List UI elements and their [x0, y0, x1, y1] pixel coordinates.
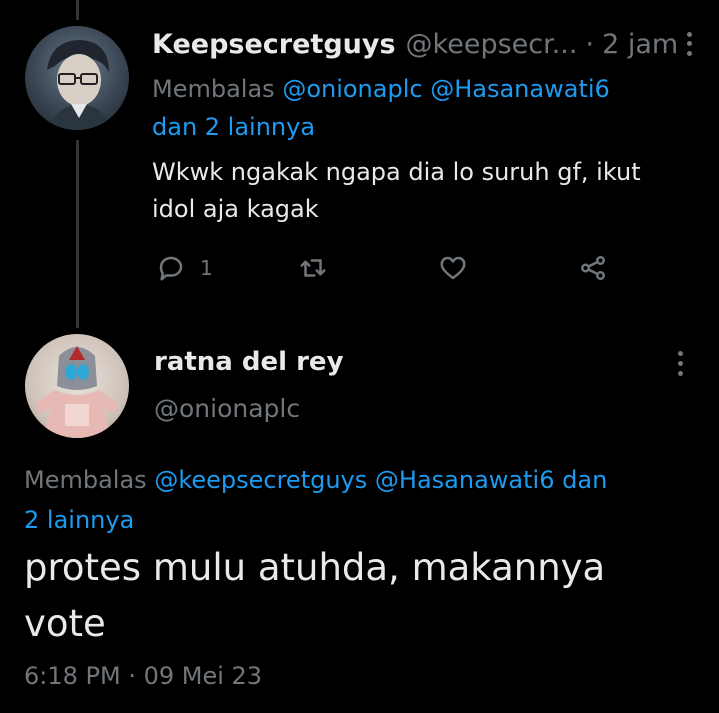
share-icon: [581, 256, 605, 280]
heart-icon: [440, 256, 466, 280]
reply-text-line: idol aja kagak: [152, 195, 319, 223]
avatar-keepsecretguys[interactable]: [25, 26, 129, 130]
reply-replying-to: Membalas @onionaplc @Hasanawati6 dan 2 l…: [152, 70, 692, 146]
reply-button[interactable]: 1: [156, 248, 213, 288]
comment-icon: [159, 256, 183, 281]
reply-display-name[interactable]: Keepsecretguys: [152, 29, 396, 60]
others-link[interactable]: 2 lainnya: [24, 506, 134, 534]
reply-separator: ·: [585, 28, 595, 60]
author-handle[interactable]: @onionaplc: [154, 394, 300, 423]
main-text-line: protes mulu atuhda, makannya: [24, 546, 606, 589]
reply-actions: 1: [152, 248, 622, 288]
like-button[interactable]: [438, 248, 468, 288]
main-replying-to: Membalas @keepsecretguys @Hasanawati6 da…: [24, 460, 704, 540]
reply-text: Wkwk ngakak ngapa dia lo suruh gf, ikut …: [152, 154, 702, 228]
share-button[interactable]: [578, 248, 608, 288]
mention-link[interactable]: @Hasanawati6: [375, 466, 555, 494]
reply-handle[interactable]: @keepsecr...: [406, 29, 578, 60]
avatar-onionaplc[interactable]: [25, 334, 129, 438]
mention-link[interactable]: @keepsecretguys: [154, 466, 367, 494]
reply-time[interactable]: 2 jam: [602, 29, 678, 60]
replying-prefix: Membalas: [24, 466, 147, 494]
reply-text-line: Wkwk ngakak ngapa dia lo suruh gf, ikut: [152, 158, 641, 186]
tweet-timestamp[interactable]: 6:18 PM · 09 Mei 23: [24, 662, 262, 690]
avatar-illustration-2: [35, 346, 119, 438]
retweet-icon: [300, 259, 326, 277]
main-text-line: vote: [24, 602, 106, 645]
mention-link[interactable]: @Hasanawati6: [430, 75, 610, 103]
retweet-button[interactable]: [298, 248, 328, 288]
author-display-name[interactable]: ratna del rey: [154, 347, 344, 377]
main-tweet-text: protes mulu atuhda, makannya vote: [24, 540, 704, 652]
more-options-icon[interactable]: [679, 30, 699, 58]
replying-prefix: Membalas: [152, 75, 275, 103]
reply-count: 1: [200, 256, 213, 280]
others-link[interactable]: dan: [562, 466, 607, 494]
thread-connector-top: [76, 0, 79, 20]
mention-link[interactable]: @onionaplc: [282, 75, 422, 103]
others-link[interactable]: dan 2 lainnya: [152, 113, 315, 141]
more-options-icon[interactable]: [670, 348, 690, 378]
reply-header: Keepsecretguys @keepsecr... · 2 jam: [152, 26, 699, 62]
thread-connector: [76, 140, 79, 328]
avatar-illustration-1: [47, 40, 111, 130]
